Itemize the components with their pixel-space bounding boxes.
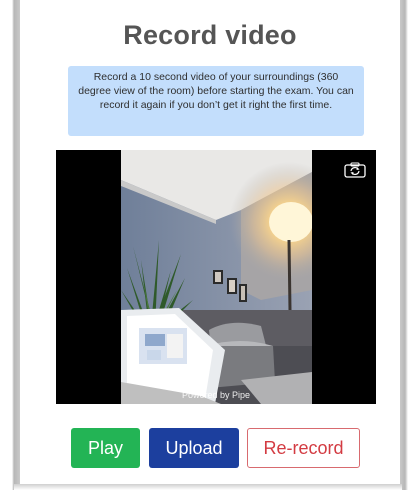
video-preview[interactable]: Powered by Pipe	[56, 150, 376, 404]
window-edge-bottom	[14, 484, 402, 490]
rerecord-button[interactable]: Re-record	[247, 428, 360, 468]
window-edge-right	[400, 0, 414, 490]
action-buttons: Play Upload Re-record	[20, 428, 400, 468]
camera-switch-icon[interactable]	[344, 162, 366, 178]
upload-button[interactable]: Upload	[149, 428, 239, 468]
instructions-box: Record a 10 second video of your surroun…	[68, 66, 364, 136]
page-title: Record video	[123, 20, 297, 50]
camera-feed	[121, 150, 312, 404]
record-video-panel: Record video Record a 10 second video of…	[20, 0, 400, 484]
window-edge-left	[0, 0, 20, 490]
room-scene-image	[121, 150, 312, 404]
page-frame: Record video Record a 10 second video of…	[0, 0, 414, 490]
powered-by-label: Powered by Pipe	[181, 390, 251, 400]
play-button[interactable]: Play	[71, 428, 140, 468]
